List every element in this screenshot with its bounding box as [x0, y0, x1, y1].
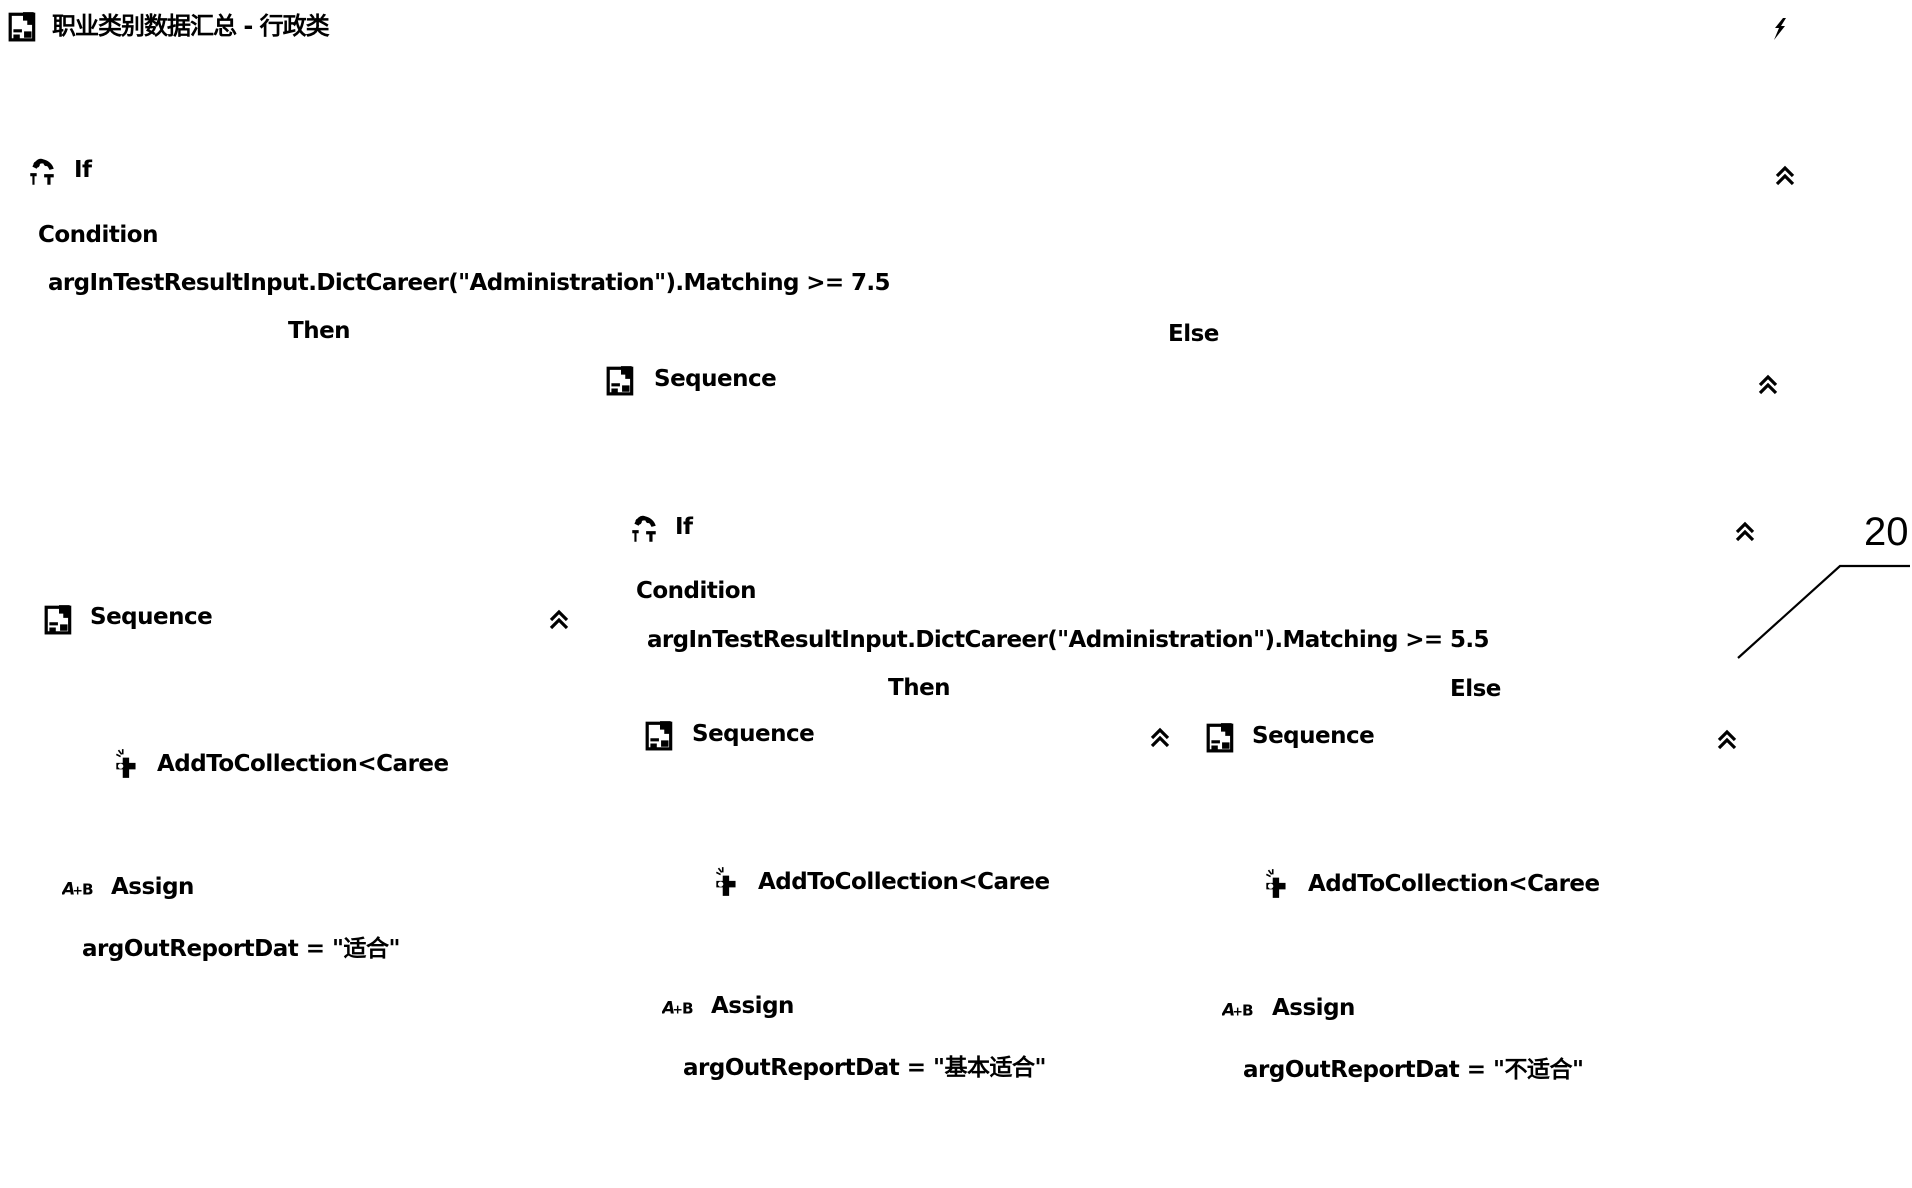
assign-expression[interactable]: argOutReportDat = "不适合": [1243, 1059, 1584, 1082]
add-to-collection-icon: [1262, 868, 1292, 900]
assign-icon: [62, 876, 100, 900]
else-label: Else: [1450, 676, 1501, 702]
add-to-collection-icon: [712, 866, 742, 898]
if-title: If: [675, 514, 693, 540]
activity-label: Assign: [1272, 995, 1355, 1021]
condition-label: Condition: [38, 222, 158, 248]
activity-label: Assign: [711, 993, 794, 1019]
assign-icon: [662, 995, 700, 1019]
if-branch-icon: [628, 513, 660, 545]
add-to-collection-icon: [112, 748, 142, 780]
leader-line: [1737, 564, 1910, 659]
sequence-icon: [1206, 721, 1236, 753]
activity-label: AddToCollection<Caree: [157, 751, 449, 777]
assign-expression[interactable]: argOutReportDat = "适合": [82, 938, 401, 961]
sequence-icon: [8, 10, 38, 42]
condition-expression[interactable]: argInTestResultInput.DictCareer("Adminis…: [48, 272, 891, 295]
window-title: 职业类别数据汇总 - 行政类: [52, 12, 330, 40]
condition-label: Condition: [636, 578, 756, 604]
assign-expression[interactable]: argOutReportDat = "基本适合": [683, 1057, 1047, 1080]
sequence-title: Sequence: [1252, 723, 1375, 749]
sequence-title: Sequence: [654, 366, 777, 392]
else-label: Else: [1168, 321, 1219, 347]
if-branch-icon: [26, 156, 58, 188]
condition-expression[interactable]: argInTestResultInput.DictCareer("Adminis…: [647, 629, 1490, 652]
assign-icon: [1222, 997, 1260, 1021]
double-chevron-up-icon[interactable]: [1773, 164, 1797, 188]
sequence-title: Sequence: [692, 721, 815, 747]
sequence-icon: [44, 603, 74, 635]
sequence-icon: [645, 719, 675, 751]
then-label: Then: [288, 318, 351, 344]
reference-number: 20: [1864, 510, 1909, 554]
sequence-title: Sequence: [90, 604, 213, 630]
lightning-icon[interactable]: [1770, 16, 1790, 42]
activity-label: AddToCollection<Caree: [758, 869, 1050, 895]
if-title: If: [74, 157, 92, 183]
activity-label: Assign: [111, 874, 194, 900]
then-label: Then: [888, 675, 951, 701]
double-chevron-up-icon[interactable]: [1148, 726, 1172, 750]
sequence-icon: [606, 364, 636, 396]
activity-label: AddToCollection<Caree: [1308, 871, 1600, 897]
double-chevron-up-icon[interactable]: [1756, 373, 1780, 397]
double-chevron-up-icon[interactable]: [547, 608, 571, 632]
double-chevron-up-icon[interactable]: [1733, 520, 1757, 544]
double-chevron-up-icon[interactable]: [1715, 728, 1739, 752]
